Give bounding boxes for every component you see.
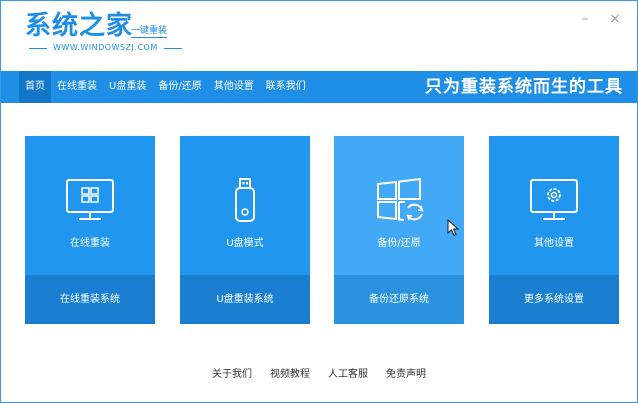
card-title: 备份/还原 — [377, 238, 421, 249]
title-bar[interactable]: 系统之家 一键重装 WWW.WINDOWSZJ.COM – × — [1, 1, 637, 71]
app-window: 系统之家 一键重装 WWW.WINDOWSZJ.COM – × 首页 在线重装 … — [0, 0, 638, 403]
monitor-windows-icon — [66, 179, 114, 220]
logo-url: WWW.WINDOWSZJ.COM — [29, 43, 182, 53]
card-action-button[interactable]: 在线重装系统 — [25, 275, 155, 324]
window-controls: – × — [577, 11, 623, 27]
nav-item-usb-reinstall[interactable]: U盘重装 — [103, 71, 152, 103]
card-other-settings[interactable]: 其他设置 更多系统设置 — [489, 136, 619, 324]
logo-main-text: 系统之家 — [25, 11, 134, 41]
windows-restore-icon — [377, 178, 424, 221]
card-top[interactable]: 在线重装 — [25, 136, 155, 275]
footer-link-disclaimer[interactable]: 免责声明 — [386, 367, 426, 383]
footer-link-about-us[interactable]: 关于我们 — [212, 367, 252, 383]
card-action-button[interactable]: 备份还原系统 — [334, 275, 464, 324]
card-top[interactable]: 备份/还原 — [334, 136, 464, 275]
card-backup-restore[interactable]: 备份/还原 备份还原系统 — [334, 136, 464, 324]
close-button[interactable]: × — [607, 11, 623, 27]
app-logo: 系统之家 一键重装 WWW.WINDOWSZJ.COM — [25, 9, 225, 65]
nav-item-backup-restore[interactable]: 备份/还原 — [152, 71, 207, 103]
footer-link-customer-service[interactable]: 人工客服 — [328, 367, 368, 383]
card-usb-mode[interactable]: U盘模式 U盘重装系统 — [180, 136, 310, 324]
card-action-button[interactable]: 更多系统设置 — [489, 275, 619, 324]
feature-cards: 在线重装 在线重装系统 U盘模式 U盘重装系统 备份/还原 备份还原系统 其他设… — [25, 136, 619, 326]
nav-bar: 首页 在线重装 U盘重装 备份/还原 其他设置 联系我们 只为重装系统而生的工具 — [1, 71, 637, 103]
mouse-cursor-icon — [447, 219, 459, 237]
logo-url-dash-right — [163, 47, 182, 49]
nav-item-other-settings[interactable]: 其他设置 — [208, 71, 260, 103]
card-top[interactable]: U盘模式 — [180, 136, 310, 275]
logo-url-dash-left — [29, 47, 47, 49]
logo-sub-text: 一键重装 — [131, 26, 168, 38]
footer-link-video-tutorials[interactable]: 视频教程 — [270, 367, 310, 383]
footer-links: 关于我们 视频教程 人工客服 免责声明 — [1, 367, 637, 383]
nav-item-home[interactable]: 首页 — [19, 71, 51, 103]
nav-item-contact-us[interactable]: 联系我们 — [260, 71, 312, 103]
nav-items: 首页 在线重装 U盘重装 备份/还原 其他设置 联系我们 — [1, 71, 312, 103]
minimize-button[interactable]: – — [577, 11, 593, 27]
card-title: U盘模式 — [226, 238, 264, 249]
nav-item-online-reinstall[interactable]: 在线重装 — [51, 71, 103, 103]
card-action-button[interactable]: U盘重装系统 — [180, 275, 310, 324]
monitor-gear-icon — [530, 179, 578, 220]
card-top[interactable]: 其他设置 — [489, 136, 619, 275]
card-title: 其他设置 — [534, 238, 574, 249]
card-title: 在线重装 — [70, 238, 110, 249]
logo-url-text: WWW.WINDOWSZJ.COM — [53, 43, 158, 52]
slogan: 只为重装系统而生的工具 — [425, 77, 623, 97]
card-online-reinstall[interactable]: 在线重装 在线重装系统 — [25, 136, 155, 324]
usb-drive-icon — [235, 178, 255, 222]
